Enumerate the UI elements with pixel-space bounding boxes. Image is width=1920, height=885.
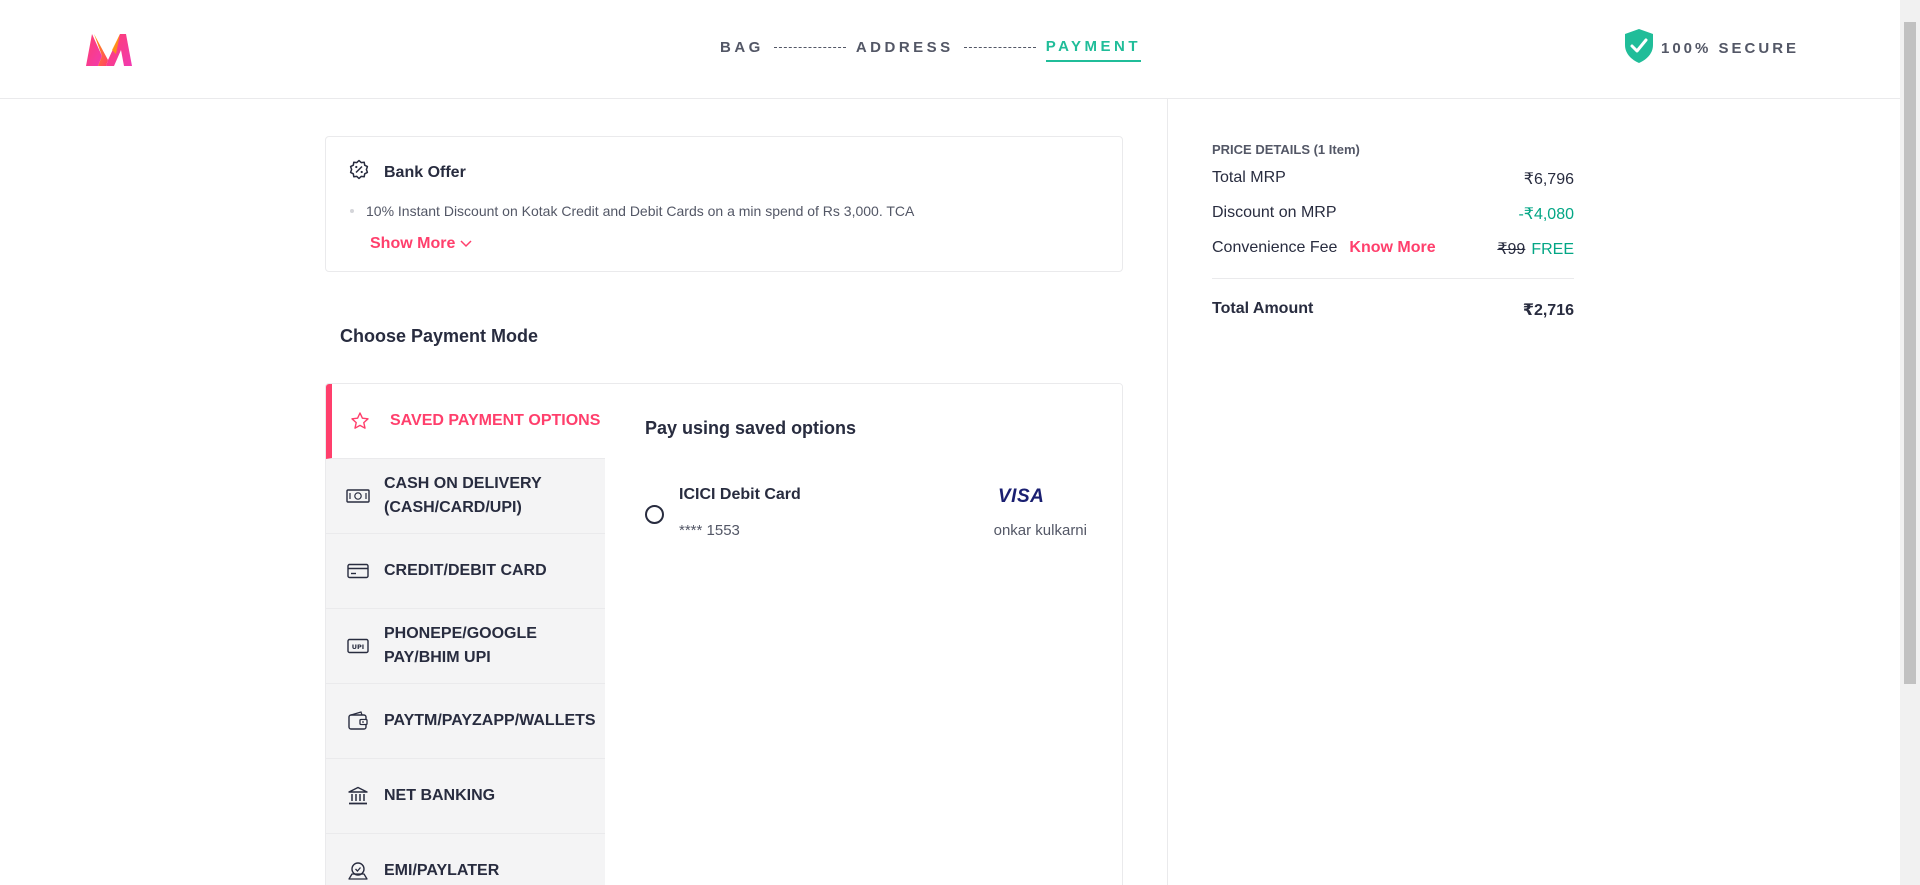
discount-label: Discount on MRP [1212,204,1337,221]
wallet-icon [346,709,370,733]
saved-options-title: Pay using saved options [645,418,857,438]
total-mrp-label: Total MRP [1212,169,1286,186]
step-bag[interactable]: BAG [720,39,764,61]
discount-badge-icon [348,159,370,186]
bank-offer-card: Bank Offer 10% Instant Discount on Kotak… [325,136,1123,272]
page-scrollbar[interactable] [1900,0,1920,885]
convenience-fee-value: ₹99 FREE [1497,239,1574,259]
tab-cash-on-delivery[interactable]: CASH ON DELIVERY (CASH/CARD/UPI) [326,459,605,534]
card-icon [346,559,370,583]
emi-icon [346,859,370,883]
saved-card-holder: onkar kulkarni [993,522,1087,539]
saved-card-name[interactable]: ICICI Debit Card [679,486,801,504]
bank-icon [346,784,370,808]
step-separator [963,46,1036,48]
fee-original-price: ₹99 [1497,241,1526,258]
tab-wallets[interactable]: PAYTM/PAYZAPP/WALLETS [326,684,605,759]
tab-saved-payment-options[interactable]: SAVED PAYMENT OPTIONS [326,384,605,459]
total-amount-label: Total Amount [1212,300,1314,317]
discount-value: -₹4,080 [1518,206,1574,223]
total-mrp-value: ₹6,796 [1523,171,1574,188]
tab-label: PHONEPE/GOOGLE PAY/BHIM UPI [384,625,537,666]
total-mrp-row: Total MRP ₹6,796 [1212,157,1574,192]
tab-credit-debit-card[interactable]: CREDIT/DEBIT CARD [326,534,605,609]
shield-check-icon [1623,28,1655,69]
checkout-steps: BAG ADDRESS PAYMENT [720,38,1142,62]
visa-logo-icon: VISA [998,486,1045,507]
tab-label: SAVED PAYMENT OPTIONS [390,412,601,429]
svg-text:UPI: UPI [352,643,364,651]
step-payment: PAYMENT [1045,38,1142,62]
bank-offer-title: Bank Offer [384,163,466,181]
convenience-fee-label: Convenience Fee Know More [1212,239,1436,257]
tab-net-banking[interactable]: NET BANKING [326,759,605,834]
tab-label: NET BANKING [384,787,496,804]
chevron-down-icon [460,235,472,252]
tab-label: EMI/PAYLATER [384,862,500,879]
cash-icon [346,484,370,508]
step-address[interactable]: ADDRESS [856,39,954,61]
scrollbar-thumb[interactable] [1904,22,1916,684]
bank-offer-text: 10% Instant Discount on Kotak Credit and… [366,203,915,219]
tab-label: PAYTM/PAYZAPP/WALLETS [384,712,596,729]
myntra-logo[interactable] [82,30,136,68]
payment-mode-tabs: SAVED PAYMENT OPTIONS CASH ON DELIVERY (… [326,384,605,885]
tab-label: CASH ON DELIVERY (CASH/CARD/UPI) [384,475,542,516]
show-more-button[interactable]: Show More [370,235,472,253]
payment-options-card: SAVED PAYMENT OPTIONS CASH ON DELIVERY (… [325,383,1123,885]
header: BAG ADDRESS PAYMENT 100% SECURE [0,0,1900,99]
upi-icon: UPI [346,634,370,658]
step-separator [773,46,846,48]
total-amount-value: ₹2,716 [1522,302,1574,319]
total-amount-row: Total Amount ₹2,716 [1212,279,1574,319]
secure-label: 100% SECURE [1661,40,1800,57]
saved-options-panel: Pay using saved options ICICI Debit Card… [605,384,1122,885]
convenience-fee-row: Convenience Fee Know More ₹99 FREE [1212,227,1574,262]
tab-label: CREDIT/DEBIT CARD [384,562,547,579]
saved-card-radio[interactable] [645,505,664,524]
bank-offer-item: 10% Instant Discount on Kotak Credit and… [350,203,914,219]
convenience-fee-text: Convenience Fee [1212,239,1338,256]
show-more-label: Show More [370,235,456,252]
tab-emi-paylater[interactable]: EMI/PAYLATER [326,834,605,885]
discount-row: Discount on MRP -₹4,080 [1212,192,1574,227]
bank-offer-header: Bank Offer [348,159,466,186]
choose-payment-title: Choose Payment Mode [340,326,539,346]
price-details-title: PRICE DETAILS (1 Item) [1212,142,1360,157]
know-more-link[interactable]: Know More [1349,239,1435,256]
star-icon [348,409,372,433]
saved-card-number: **** 1553 [679,522,740,539]
tab-upi[interactable]: UPI PHONEPE/GOOGLE PAY/BHIM UPI [326,609,605,684]
price-details: PRICE DETAILS (1 Item) Total MRP ₹6,796 … [1212,142,1574,319]
fee-free-label: FREE [1531,241,1574,258]
bullet-dot [350,209,354,213]
secure-badge: 100% SECURE [1623,28,1799,69]
column-divider [1167,99,1168,885]
